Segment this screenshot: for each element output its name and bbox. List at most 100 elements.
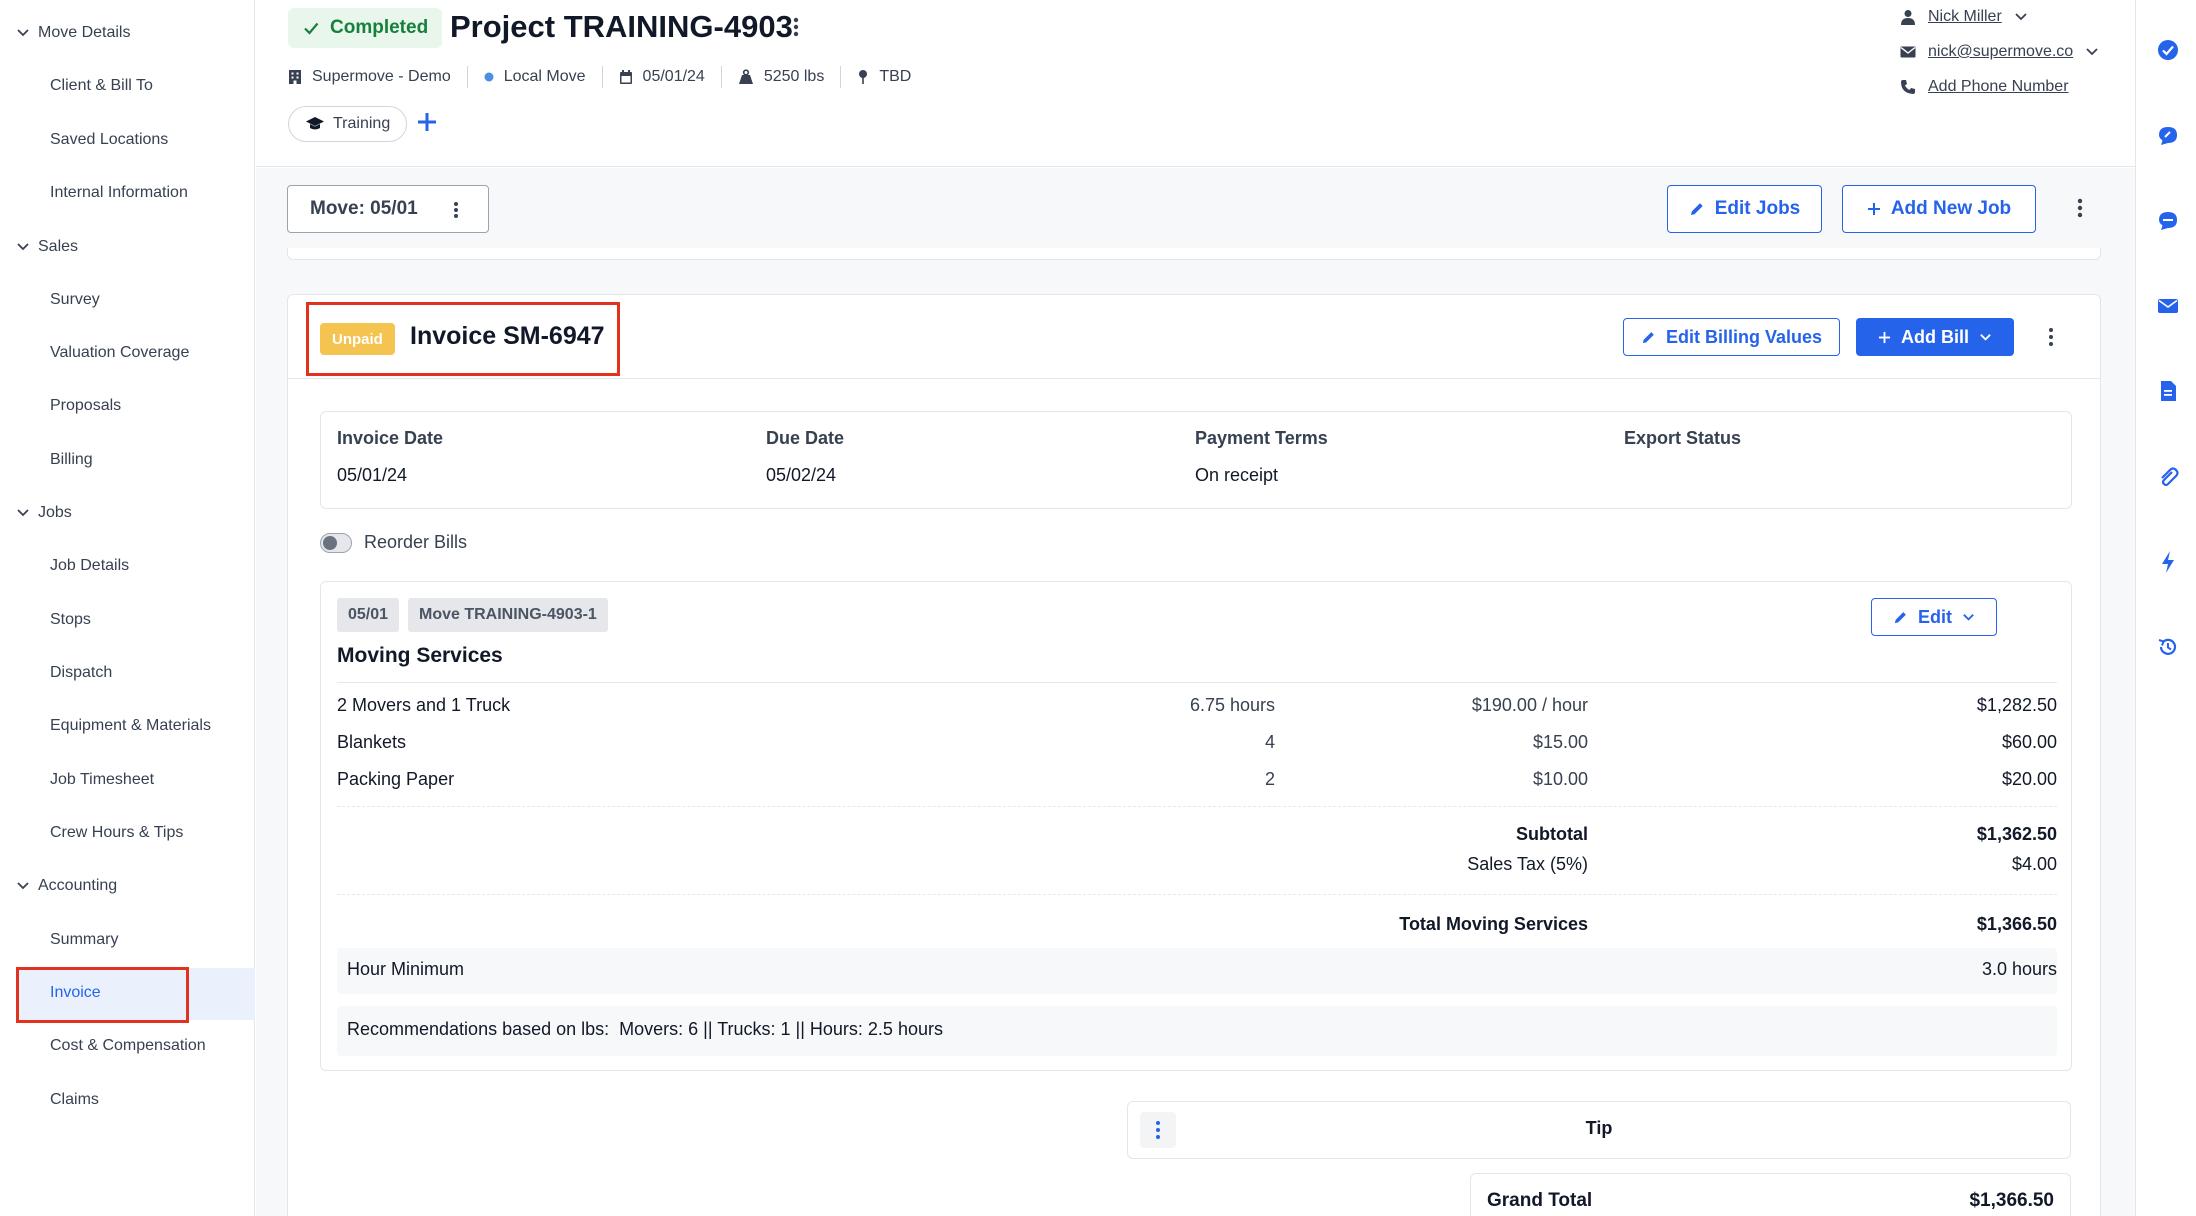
line-item-row: Packing Paper 2 $10.00 $20.00 <box>337 769 2057 793</box>
sidebar-item-client-bill-to[interactable]: Client & Bill To <box>50 77 153 95</box>
chevron-down-icon[interactable] <box>2085 45 2099 59</box>
sidebar-item-dispatch[interactable]: Dispatch <box>50 664 112 682</box>
subtotal-row: Subtotal $1,362.50 <box>337 824 2057 848</box>
field-label: Due Date <box>766 428 845 448</box>
lightning-icon[interactable] <box>2156 550 2180 574</box>
line-item-rate: $190.00 / hour <box>1471 695 1588 715</box>
move-selector[interactable]: Move: 05/01 <box>287 185 489 233</box>
add-phone-number-link[interactable]: Add Phone Number <box>1928 78 2069 96</box>
chevron-down-icon[interactable] <box>2014 10 2028 24</box>
edit-bill-button[interactable]: Edit <box>1871 598 1997 636</box>
user-icon <box>1901 10 1915 25</box>
contact-phone-row[interactable]: Add Phone Number <box>1900 78 2069 96</box>
sidebar-item-job-details[interactable]: Job Details <box>50 557 129 575</box>
sidebar-item-survey[interactable]: Survey <box>50 291 100 309</box>
subtotal-value: $1,362.50 <box>1976 824 2057 844</box>
pencil-icon <box>1894 611 1906 623</box>
envelope-icon <box>1900 46 1916 58</box>
edit-billing-values-button[interactable]: Edit Billing Values <box>1623 318 1840 356</box>
reorder-bills-toggle[interactable] <box>320 533 352 553</box>
grand-total-label: Grand Total <box>1487 1190 1593 1211</box>
pencil-icon <box>1690 203 1703 215</box>
hour-minimum-label: Hour Minimum <box>347 959 465 979</box>
add-bill-button[interactable]: Add Bill <box>1856 318 2014 356</box>
line-item-total: $1,282.50 <box>1976 695 2057 715</box>
contact-name-row[interactable]: Nick Miller <box>1900 8 2028 26</box>
contact-email[interactable]: nick@supermove.co <box>1928 43 2073 61</box>
main-content: Move: 05/01 Edit Jobs Add New Job Unpaid… <box>256 168 2135 1216</box>
edit-jobs-button[interactable]: Edit Jobs <box>1667 185 1822 233</box>
sidebar-section-label: Sales <box>38 238 79 255</box>
field-label: Invoice Date <box>337 428 444 448</box>
divider <box>337 682 2057 683</box>
line-item-total: $60.00 <box>2001 732 2057 752</box>
sms-icon[interactable] <box>2156 209 2180 233</box>
hour-minimum-row: Hour Minimum 3.0 hours <box>337 948 2057 994</box>
sidebar-item-stops[interactable]: Stops <box>50 611 91 629</box>
sidebar-item-job-timesheet[interactable]: Job Timesheet <box>50 771 154 789</box>
contact-name[interactable]: Nick Miller <box>1928 8 2002 26</box>
field-value: 05/01/24 <box>337 465 408 485</box>
tip-label: Tip <box>1585 1118 1613 1138</box>
more-options-icon[interactable] <box>2047 327 2055 352</box>
add-tag-button[interactable] <box>416 110 438 138</box>
paperclip-icon[interactable] <box>2156 465 2180 489</box>
add-new-job-button[interactable]: Add New Job <box>1842 185 2036 233</box>
more-options-icon[interactable] <box>452 200 460 226</box>
sidebar-section-sales[interactable]: Sales <box>16 238 78 256</box>
sidebar-item-cost-compensation[interactable]: Cost & Compensation <box>50 1037 206 1055</box>
check-circle-icon[interactable] <box>2156 38 2180 62</box>
line-item-row: Blankets 4 $15.00 $60.00 <box>337 732 2057 756</box>
sidebar-section-accounting[interactable]: Accounting <box>16 877 117 895</box>
move-date: 05/01/24 <box>642 68 705 85</box>
project-header: Completed Project TRAINING-4903 Supermov… <box>256 0 2135 167</box>
bill-total-value: $1,366.50 <box>1976 914 2057 934</box>
project-meta: Supermove - Demo Local Move 05/01/24 525… <box>288 66 927 88</box>
chevron-down-icon <box>1980 333 1991 341</box>
company-name: Supermove - Demo <box>312 68 451 85</box>
more-options-icon[interactable] <box>2076 197 2084 224</box>
sidebar-section-jobs[interactable]: Jobs <box>16 504 72 522</box>
move-location: TBD <box>879 68 912 85</box>
sidebar-item-summary[interactable]: Summary <box>50 931 118 949</box>
sidebar-item-saved-locations[interactable]: Saved Locations <box>50 131 168 149</box>
sidebar-item-internal-information[interactable]: Internal Information <box>50 184 188 202</box>
chevron-down-icon <box>17 882 29 890</box>
plus-icon <box>418 113 436 131</box>
sidebar-item-equipment-materials[interactable]: Equipment & Materials <box>50 717 211 735</box>
document-icon[interactable] <box>2156 379 2180 403</box>
calendar-icon <box>619 70 632 84</box>
tag-chip[interactable]: Training <box>288 106 408 142</box>
line-item-rate: $15.00 <box>1532 732 1588 752</box>
meta-weight: 5250 lbs <box>722 66 842 88</box>
pencil-icon <box>1642 331 1654 343</box>
meta-location: TBD <box>841 66 927 88</box>
building-icon <box>289 70 301 84</box>
previous-card-edge <box>287 248 2101 260</box>
add-new-job-label: Add New Job <box>1890 198 2012 219</box>
add-bill-label: Add Bill <box>1901 326 1969 347</box>
sidebar-section-move-details[interactable]: Move Details <box>16 24 130 42</box>
left-sidebar: Move Details Client & Bill To Saved Loca… <box>0 0 255 1216</box>
contact-email-row[interactable]: nick@supermove.co <box>1900 43 2099 61</box>
plus-icon <box>1867 203 1880 215</box>
more-options-icon[interactable] <box>792 16 800 43</box>
bill-job-chip: Move TRAINING-4903-1 <box>408 598 608 632</box>
sales-tax-row: Sales Tax (5%) $4.00 <box>337 854 2057 878</box>
history-icon[interactable] <box>2156 635 2180 659</box>
move-selector-label: Move: 05/01 <box>310 198 418 219</box>
chat-icon[interactable] <box>2156 124 2180 148</box>
invoice-details: Invoice Date 05/01/24 Due Date 05/02/24 … <box>320 411 2072 509</box>
grand-total-value: $1,366.50 <box>1969 1190 2054 1211</box>
envelope-icon[interactable] <box>2156 294 2180 318</box>
bill-card: 05/01 Move TRAINING-4903-1 Edit Moving S… <box>320 581 2072 1071</box>
sidebar-item-proposals[interactable]: Proposals <box>50 397 121 415</box>
sidebar-item-crew-hours-tips[interactable]: Crew Hours & Tips <box>50 824 183 842</box>
sidebar-item-claims[interactable]: Claims <box>50 1091 99 1109</box>
sidebar-item-billing[interactable]: Billing <box>50 451 93 469</box>
export-status-field: Export Status <box>1624 428 1741 465</box>
grand-total-row: Grand Total $1,366.50 <box>1470 1173 2071 1216</box>
line-item-qty: 2 <box>1264 769 1275 789</box>
tip-row: Tip <box>1127 1101 2071 1159</box>
sidebar-item-valuation-coverage[interactable]: Valuation Coverage <box>50 344 189 362</box>
